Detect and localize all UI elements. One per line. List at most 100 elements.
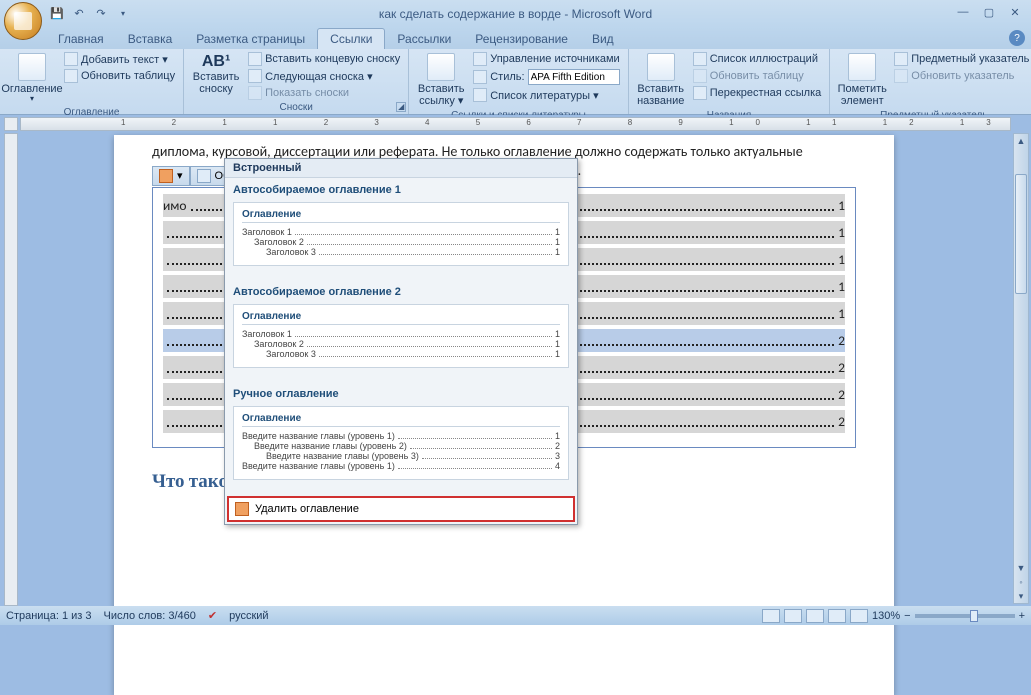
gallery-header: Встроенный <box>225 159 577 178</box>
insert-index-button[interactable]: Предметный указатель <box>892 51 1031 67</box>
insert-citation-label: Вставить ссылку ▾ <box>417 83 465 107</box>
insert-footnote-button[interactable]: AB¹ Вставить сноску <box>190 51 242 97</box>
scroll-thumb[interactable] <box>1015 174 1027 294</box>
minimize-button[interactable]: — <box>953 4 973 20</box>
tab-view[interactable]: Вид <box>580 29 626 49</box>
group-index: Пометить элемент Предметный указатель Об… <box>830 49 1031 114</box>
save-icon[interactable]: 💾 <box>48 5 66 23</box>
gallery-item-auto2[interactable]: Автособираемое оглавление 2 Оглавление З… <box>225 280 577 382</box>
caption-icon <box>647 53 675 81</box>
help-icon[interactable]: ? <box>1009 30 1025 46</box>
insert-endnote-button[interactable]: Вставить концевую сноску <box>246 51 402 67</box>
gallery-item-title: Автособираемое оглавление 2 <box>233 286 569 298</box>
view-draft-button[interactable] <box>850 609 868 623</box>
ribbon-tabs: Главная Вставка Разметка страницы Ссылки… <box>0 27 1031 49</box>
toc-update-icon <box>197 169 211 183</box>
figures-icon <box>693 52 707 66</box>
next-page-icon[interactable]: ▾ <box>1014 589 1028 603</box>
manage-sources-button[interactable]: Управление источниками <box>471 51 621 67</box>
group-footnotes-label: Сноски <box>190 101 402 114</box>
sources-icon <box>473 52 487 66</box>
remove-toc-icon <box>235 502 249 516</box>
cross-reference-button[interactable]: Перекрестная ссылка <box>691 85 824 101</box>
gallery-item-manual[interactable]: Ручное оглавление Оглавление Введите наз… <box>225 382 577 494</box>
bibliography-icon <box>473 88 487 102</box>
table-of-figures-button[interactable]: Список иллюстраций <box>691 51 824 67</box>
undo-icon[interactable]: ↶ <box>70 5 88 23</box>
vertical-scrollbar[interactable]: ▲ ▼ ◦ ▾ <box>1013 133 1029 604</box>
toc-menu-tab[interactable]: ▾ <box>152 166 190 186</box>
gallery-remove-toc[interactable]: Удалить оглавление <box>227 496 575 522</box>
style-dropdown[interactable] <box>528 69 620 85</box>
view-web-layout-button[interactable] <box>806 609 824 623</box>
group-citations: Вставить ссылку ▾ Управление источниками… <box>409 49 628 114</box>
vertical-ruler[interactable] <box>4 133 18 606</box>
mark-entry-button[interactable]: Пометить элемент <box>836 51 888 109</box>
gallery-preview: Оглавление Заголовок 11 Заголовок 21 Заг… <box>233 304 569 368</box>
tab-home[interactable]: Главная <box>46 29 116 49</box>
ruler-corner[interactable] <box>4 117 18 131</box>
mark-entry-icon <box>848 53 876 81</box>
horizontal-ruler[interactable]: 1 2 1 1 2 3 4 5 6 7 8 9 10 11 12 13 14 1… <box>20 117 1011 131</box>
status-bar: Страница: 1 из 3 Число слов: 3/460 ✔ рус… <box>0 606 1031 625</box>
next-footnote-icon <box>248 69 262 83</box>
update-table-button[interactable]: Обновить таблицу <box>62 68 177 84</box>
insert-citation-button[interactable]: Вставить ссылку ▾ <box>415 51 467 109</box>
next-footnote-button[interactable]: Следующая сноска ▾ <box>246 68 402 84</box>
update-index-button[interactable]: Обновить указатель <box>892 68 1031 84</box>
zoom-in-button[interactable]: + <box>1019 610 1025 622</box>
tab-page-layout[interactable]: Разметка страницы <box>184 29 317 49</box>
zoom-slider[interactable] <box>915 614 1015 618</box>
toc-gallery-dropdown: Встроенный Автособираемое оглавление 1 О… <box>224 158 578 525</box>
status-word-count[interactable]: Число слов: 3/460 <box>104 610 196 622</box>
add-text-icon <box>64 52 78 66</box>
endnote-icon <box>248 52 262 66</box>
zoom-slider-thumb[interactable] <box>970 610 978 622</box>
insert-footnote-label: Вставить сноску <box>192 71 240 95</box>
toc-tab-icon <box>159 169 173 183</box>
maximize-button[interactable]: ▢ <box>979 4 999 20</box>
mark-entry-label: Пометить элемент <box>838 83 887 107</box>
tab-review[interactable]: Рецензирование <box>463 29 580 49</box>
update-figures-button[interactable]: Обновить таблицу <box>691 68 824 84</box>
tab-insert[interactable]: Вставка <box>116 29 185 49</box>
window-title: как сделать содержание в ворде - Microso… <box>379 7 652 21</box>
view-full-screen-button[interactable] <box>784 609 802 623</box>
tab-references[interactable]: Ссылки <box>317 28 385 49</box>
footnote-ab-icon: AB¹ <box>202 53 230 71</box>
group-captions: Вставить название Список иллюстраций Обн… <box>629 49 831 114</box>
zoom-level[interactable]: 130% <box>872 610 900 622</box>
redo-icon[interactable]: ↷ <box>92 5 110 23</box>
crossref-icon <box>693 86 707 100</box>
show-notes-icon <box>248 86 262 100</box>
close-button[interactable]: ✕ <box>1005 4 1025 20</box>
office-button[interactable] <box>4 2 42 40</box>
zoom-out-button[interactable]: − <box>904 610 910 622</box>
status-page[interactable]: Страница: 1 из 3 <box>6 610 92 622</box>
view-outline-button[interactable] <box>828 609 846 623</box>
scroll-up-icon[interactable]: ▲ <box>1014 134 1028 148</box>
show-notes-button[interactable]: Показать сноски <box>246 85 402 101</box>
status-proofing-icon[interactable]: ✔ <box>208 609 217 622</box>
citation-style-select[interactable]: Стиль: <box>471 68 621 86</box>
update-icon <box>64 69 78 83</box>
qat-customize-icon[interactable]: ▾ <box>114 5 132 23</box>
title-bar: 💾 ↶ ↷ ▾ как сделать содержание в ворде -… <box>0 0 1031 27</box>
toc-icon <box>18 53 46 81</box>
update-figures-icon <box>693 69 707 83</box>
citation-icon <box>427 53 455 81</box>
toc-button[interactable]: Оглавление ▾ <box>6 51 58 106</box>
group-footnotes: AB¹ Вставить сноску Вставить концевую сн… <box>184 49 409 114</box>
view-print-layout-button[interactable] <box>762 609 780 623</box>
gallery-item-auto1[interactable]: Автособираемое оглавление 1 Оглавление З… <box>225 178 577 280</box>
prev-page-icon[interactable]: ◦ <box>1014 575 1028 589</box>
add-text-button[interactable]: Добавить текст ▾ <box>62 51 177 67</box>
footnotes-dialog-launcher[interactable]: ◢ <box>396 102 406 112</box>
index-icon <box>894 52 908 66</box>
status-language[interactable]: русский <box>229 610 268 622</box>
gallery-item-title: Автособираемое оглавление 1 <box>233 184 569 196</box>
tab-mailings[interactable]: Рассылки <box>385 29 463 49</box>
bibliography-button[interactable]: Список литературы ▾ <box>471 87 621 103</box>
insert-caption-button[interactable]: Вставить название <box>635 51 687 109</box>
scroll-down-icon[interactable]: ▼ <box>1014 561 1028 575</box>
